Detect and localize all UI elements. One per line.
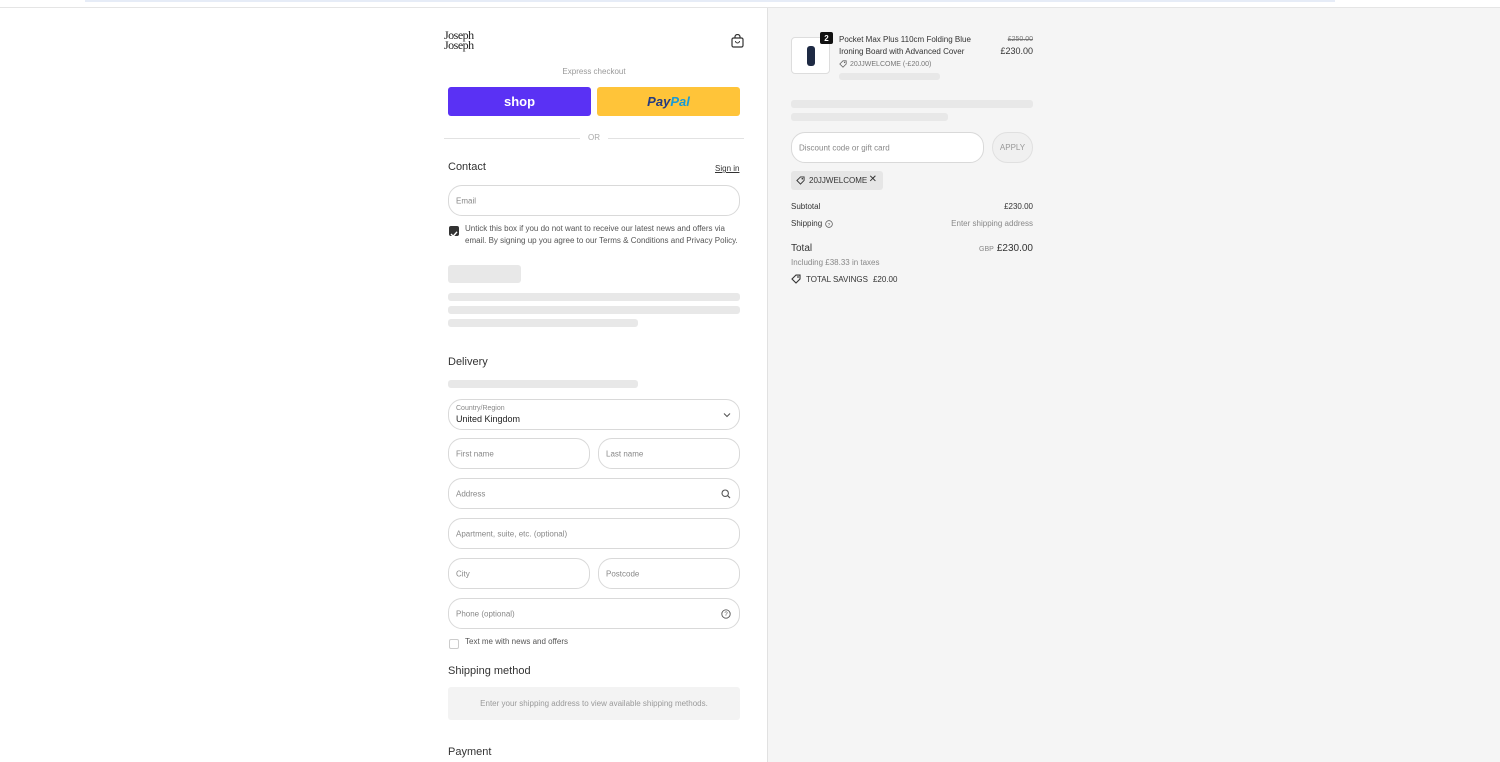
email-placeholder: Email: [456, 196, 477, 205]
shipping-row-label: Shipping ?: [791, 219, 833, 228]
brand-logo-line2: Joseph: [444, 38, 474, 52]
tag-icon: [791, 274, 801, 284]
checkmark-icon: [450, 231, 458, 238]
loading-placeholder: [448, 319, 638, 327]
currency-code: GBP: [979, 246, 994, 253]
city-field[interactable]: City: [448, 558, 590, 589]
email-field[interactable]: Email: [448, 185, 740, 216]
shop-pay-button[interactable]: shop: [448, 87, 591, 116]
subtotal-label: Subtotal: [791, 202, 821, 211]
first-name-placeholder: First name: [456, 449, 494, 458]
total-savings: TOTAL SAVINGS £20.00: [791, 274, 897, 284]
loading-placeholder: [448, 293, 740, 301]
address-placeholder: Address: [456, 489, 486, 498]
sms-marketing-checkbox[interactable]: [449, 639, 459, 649]
apply-discount-button[interactable]: APPLY: [992, 132, 1033, 163]
apartment-field[interactable]: Apartment, suite, etc. (optional): [448, 518, 740, 549]
or-divider-right: [608, 138, 744, 139]
first-name-field[interactable]: First name: [448, 438, 590, 469]
shipping-method-title: Shipping method: [448, 665, 531, 677]
or-divider-left: [444, 138, 580, 139]
loading-placeholder: [448, 306, 740, 314]
shop-pay-label: shop: [503, 94, 536, 109]
product-original-price: £250.00: [1007, 36, 1033, 43]
marketing-email-text: Untick this box if you do not want to re…: [465, 224, 738, 245]
country-label: Country/Region: [456, 405, 505, 412]
contact-title: Contact: [448, 161, 486, 173]
tag-icon: [796, 176, 805, 185]
country-select[interactable]: Country/Region United Kingdom: [448, 399, 740, 430]
postcode-placeholder: Postcode: [606, 569, 640, 578]
total-savings-value: £20.00: [872, 274, 898, 284]
total-label: Total: [791, 243, 813, 254]
or-divider-label: OR: [588, 133, 600, 142]
express-checkout-label: Express checkout: [562, 67, 626, 76]
apartment-placeholder: Apartment, suite, etc. (optional): [456, 529, 568, 538]
subtotal-value: £230.00: [1004, 202, 1033, 211]
total-value-row: GBP £230.00: [933, 243, 1033, 254]
shipping-method-note: Enter your shipping address to view avai…: [448, 687, 740, 720]
product-price: £230.00: [1000, 46, 1033, 56]
payment-title: Payment: [448, 746, 492, 758]
discount-code-placeholder: Discount code or gift card: [799, 143, 890, 152]
address-field[interactable]: Address: [448, 478, 740, 509]
applied-discount-chip: 20JJWELCOME ✕: [791, 171, 883, 190]
discount-code-field[interactable]: Discount code or gift card: [791, 132, 984, 163]
search-icon: [721, 488, 731, 498]
product-discount: 20JJWELCOME (-£20.00): [839, 60, 931, 68]
apply-label: APPLY: [999, 143, 1026, 152]
product-discount-text: 20JJWELCOME (-£20.00): [850, 60, 932, 68]
order-summary-panel: [767, 8, 1500, 762]
city-placeholder: City: [456, 569, 470, 578]
product-image: [807, 46, 815, 66]
loading-placeholder: [839, 73, 940, 80]
shopping-bag-icon[interactable]: [731, 34, 744, 48]
paypal-label-part1: Pay: [647, 94, 671, 109]
delivery-title: Delivery: [448, 356, 488, 368]
product-name: Pocket Max Plus 110cm Folding Blue Ironi…: [839, 35, 971, 56]
brand-logo[interactable]: Joseph Joseph: [444, 29, 496, 52]
sign-in-link[interactable]: Sign in: [715, 164, 739, 173]
last-name-field[interactable]: Last name: [598, 438, 740, 469]
shipping-label: Shipping: [791, 219, 823, 228]
loading-placeholder: [791, 113, 948, 121]
last-name-placeholder: Last name: [606, 449, 644, 458]
quantity-badge: 2: [820, 32, 833, 44]
help-icon[interactable]: ?: [721, 608, 731, 619]
loading-placeholder: [448, 265, 521, 283]
remove-discount-icon[interactable]: ✕: [869, 174, 877, 185]
marketing-email-checkbox[interactable]: [449, 226, 459, 238]
chevron-down-icon: [723, 412, 731, 417]
total-value: £230.00: [996, 243, 1033, 254]
shipping-value: Enter shipping address: [951, 219, 1033, 228]
applied-discount-code: 20JJWELCOME: [809, 176, 868, 185]
total-savings-label: TOTAL SAVINGS: [806, 274, 868, 284]
paypal-label-part2: Pal: [670, 94, 690, 109]
browser-top-strip: [85, 0, 1335, 2]
tax-note: Including £38.33 in taxes: [791, 258, 880, 267]
phone-field[interactable]: Phone (optional) ?: [448, 598, 740, 629]
loading-placeholder: [448, 380, 638, 388]
tag-icon: [839, 60, 847, 68]
phone-placeholder: Phone (optional): [456, 609, 515, 618]
loading-placeholder: [791, 100, 1033, 108]
help-icon[interactable]: ?: [825, 219, 833, 228]
postcode-field[interactable]: Postcode: [598, 558, 740, 589]
country-value: United Kingdom: [456, 414, 521, 424]
svg-text:?: ?: [828, 221, 831, 227]
sms-marketing-text: Text me with news and offers: [465, 637, 569, 646]
svg-text:?: ?: [724, 612, 728, 618]
paypal-button[interactable]: Pay Pal: [597, 87, 740, 116]
